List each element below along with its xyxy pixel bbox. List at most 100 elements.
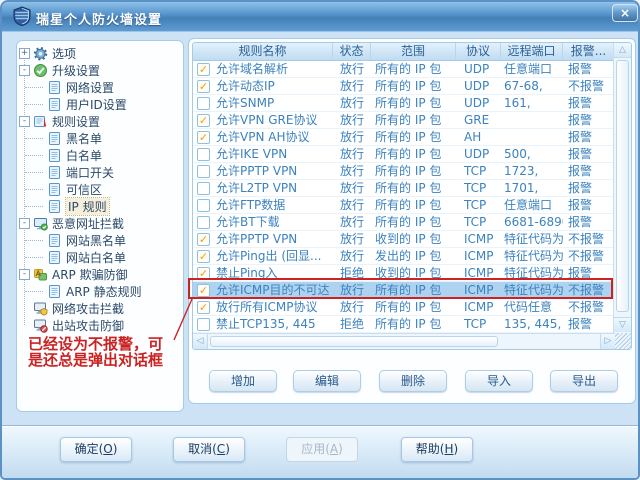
cell-status: 放行 [339,300,364,314]
rule-checkbox[interactable]: ✓ [197,181,210,195]
table-row[interactable]: ✓ 允许动态IP 放行 所有的 IP 包 UDP 67-68, 不报警 [193,78,615,95]
scroll-right-button[interactable]: ▷ [600,334,615,349]
rule-checkbox[interactable]: ✓ [197,283,210,297]
tree-item[interactable]: 可信区 [17,181,183,198]
column-header-3[interactable]: 范围 [371,43,456,60]
cell-rule-name: ✓ 允许域名解析 [193,61,333,77]
cell-rule-name: ✓ 允许ICMP目的不可达 [193,282,333,298]
rule-checkbox[interactable]: ✓ [197,130,210,144]
tree-item[interactable]: ARP 静态规则 [17,283,183,300]
rule-checkbox[interactable]: ✓ [197,147,210,161]
collapse-icon[interactable]: - [19,269,30,280]
table-row[interactable]: ✓ 允许FTP数据 放行所有的 IP 包 TCP 任意端口 报警 [193,197,615,214]
tree-item[interactable]: 网站黑名单 [17,232,183,249]
cancel-button[interactable]: 取消(C) [173,437,245,462]
table-row[interactable]: ✓ 禁止TCP135, 445 拒绝所有的 IP 包 TCP 135, 445, 报警 [193,316,615,333]
tree-item[interactable]: 用户ID设置 [17,96,183,113]
scroll-right-icon: ▷ [604,336,612,346]
column-header-5[interactable]: 远程端口 [501,43,563,60]
cell-protocol: TCP [464,164,487,178]
tree-item-label: 网站黑名单 [66,234,127,248]
tree-item[interactable]: - 升级设置 [17,62,183,79]
collapse-icon[interactable]: - [19,218,30,229]
tree-item[interactable]: - 恶意网址拦截 [17,215,183,232]
resize-grip[interactable] [615,333,631,349]
tree-item[interactable]: 端口开关 [17,164,183,181]
rule-checkbox[interactable]: ✓ [197,232,210,246]
table-row[interactable]: ✓ 允许SNMP 放行所有的 IP 包 UDP 161, 报警 [193,95,615,112]
table-row[interactable]: ✓ 允许VPN GRE协议 放行 所有的 IP 包 GRE 报警 [193,112,615,129]
table-row[interactable]: ✓ 允许BT下载 放行所有的 IP 包 TCP 6681-6890, 报警 [193,214,615,231]
horizontal-scroll-thumb[interactable] [210,336,498,347]
vertical-scroll-thumb[interactable] [616,60,629,312]
expand-icon[interactable]: + [19,48,30,59]
tree-item[interactable]: 黑名单 [17,130,183,147]
tree-item[interactable]: - 规则设置 [17,113,183,130]
window-title: 瑞星个人防火墙设置 [36,13,163,28]
collapse-icon[interactable]: - [19,116,30,127]
ok-button[interactable]: 确定(O) [60,437,132,462]
table-row[interactable]: ✓ 允许VPN AH协议 放行 所有的 IP 包 AH 报警 [193,129,615,146]
column-header-2[interactable]: 状态 [333,43,371,60]
cell-alarm: 报警 [568,96,593,110]
tree-item[interactable]: 网站白名单 [17,249,183,266]
tree-item[interactable]: 网络设置 [17,79,183,96]
titlebar[interactable]: 瑞星个人防火墙设置 × [2,2,638,32]
tree-item[interactable]: + 选项 [17,45,183,62]
rule-button-4[interactable]: 导入 [465,370,533,392]
cell-status: 放行 [339,113,364,127]
horizontal-scrollbar[interactable]: ◁ ▷ [193,333,615,349]
rule-checkbox[interactable]: ✓ [197,317,210,331]
cell-remote-port: 135, 445, [504,317,562,331]
cell-status: 放行 [339,96,364,110]
close-button[interactable]: × [612,4,638,22]
cell-alarm: 报警 [568,198,593,212]
table-row[interactable]: ✓ 允许PPTP VPN 放行所有的 IP 包 TCP 1723, 报警 [193,163,615,180]
tree-item[interactable]: - ARP 欺骗防御 [17,266,183,283]
rule-checkbox[interactable]: ✓ [197,198,210,212]
cell-protocol: GRE [464,113,490,127]
table-row[interactable]: ✓ 允许IKE VPN 放行所有的 IP 包 UDP 500, 报警 [193,146,615,163]
scroll-down-button[interactable]: ▽ [614,317,631,332]
cell-protocol: TCP [464,181,487,195]
rule-checkbox[interactable]: ✓ [197,215,210,229]
table-row[interactable]: ✓ 放行所有ICMP协议 放行 所有的 IP 包 ICMP 代码任意 不报警 [193,299,615,316]
tree-item[interactable]: 白名单 [17,147,183,164]
rule-button-2[interactable]: 编辑 [293,370,361,392]
rule-checkbox[interactable]: ✓ [197,300,210,314]
cell-scope: 所有的 IP 包 [375,79,442,93]
button-mnemonic: O [103,442,113,456]
rules-icon [33,114,48,129]
help-button[interactable]: 帮助(H) [401,437,473,462]
rule-button-1[interactable]: 增加 [209,370,277,392]
rule-checkbox[interactable]: ✓ [197,79,210,93]
tree-item[interactable]: 出站攻击防御 [17,317,183,334]
table-row[interactable]: ✓ 允许PPTP VPN 放行收到的 IP 包 ICMP 特征代码为0 不报警 [193,231,615,248]
rule-checkbox[interactable]: ✓ [197,249,210,263]
table-row[interactable]: ✓ 允许Ping出 (回显... 放行发出的 IP 包 ICMP 特征代码为0 不报警 [193,248,615,265]
rule-button-3[interactable]: 删除 [379,370,447,392]
table-row[interactable]: ✓ 允许L2TP VPN 放行所有的 IP 包 TCP 1701, 报警 [193,180,615,197]
tree-item-label: IP 规则 [65,197,110,216]
table-row[interactable]: ✓ 禁止Ping入 拒绝收到的 IP 包 ICMP 特征代码为0 报警 [193,265,615,282]
table-row[interactable]: ✓ 允许ICMP目的不可达放行所有的 IP 包 ICMP 特征代码为0 不报警 [193,282,615,299]
rule-checkbox[interactable]: ✓ [197,62,210,76]
column-header-4[interactable]: 协议 [456,43,501,60]
cell-rule-name: ✓ 允许动态IP [193,78,333,94]
scroll-up-button[interactable]: △ [614,43,631,58]
cell-protocol: TCP [464,198,487,212]
rule-checkbox[interactable]: ✓ [197,113,210,127]
tree-item[interactable]: IP 规则 [17,197,183,216]
table-row[interactable]: ✓ 允许域名解析 放行 所有的 IP 包 UDP 任意端口 报警 [193,61,615,78]
rule-checkbox[interactable]: ✓ [197,266,210,280]
column-header-6[interactable]: 报警... [563,43,615,60]
rule-checkbox[interactable]: ✓ [197,164,210,178]
column-header-1[interactable]: 规则名称 [193,43,333,60]
rule-checkbox[interactable]: ✓ [197,96,210,110]
cell-remote-port: 任意端口 [504,62,553,76]
collapse-icon[interactable]: - [19,65,30,76]
rule-button-5[interactable]: 导出 [550,370,618,392]
vertical-scrollbar[interactable]: △ ▽ [613,43,631,333]
cell-scope: 所有的 IP 包 [375,300,442,314]
tree-item[interactable]: 网络攻击拦截 [17,300,183,317]
